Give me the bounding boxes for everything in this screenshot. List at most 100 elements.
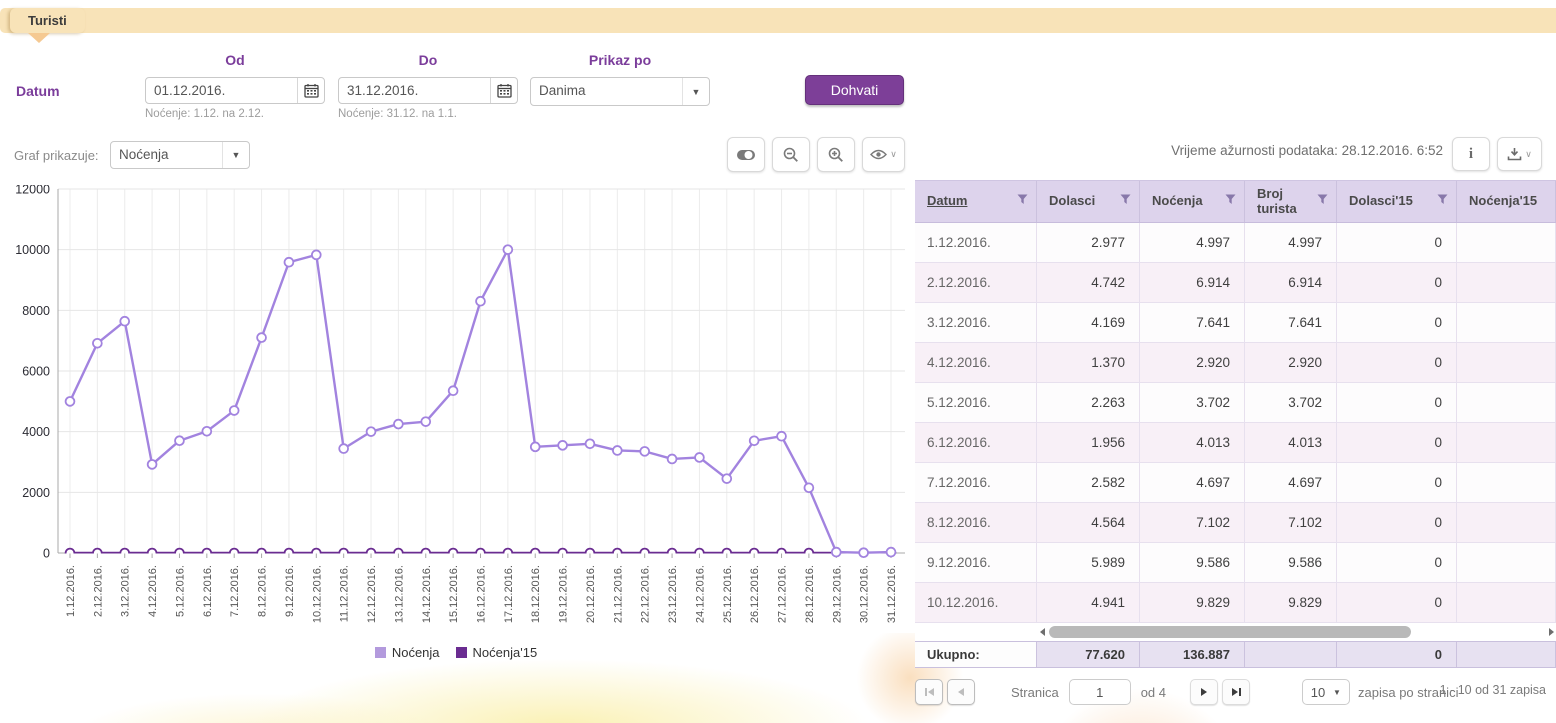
chart-legend: Noćenja Noćenja'15	[0, 645, 912, 660]
table-row[interactable]: 9.12.2016.5.9899.5869.5860	[915, 543, 1556, 583]
zoom-out-button[interactable]	[772, 137, 810, 172]
horizontal-scrollbar	[915, 623, 1556, 641]
cell-value: 7.641	[1140, 303, 1245, 342]
table-row[interactable]: 7.12.2016.2.5824.6974.6970	[915, 463, 1556, 503]
column-header-6[interactable]: Noćenja'15	[1457, 181, 1556, 222]
previous-page-button[interactable]	[947, 679, 975, 705]
info-button[interactable]: i	[1452, 137, 1490, 171]
next-page-button[interactable]	[1190, 679, 1218, 705]
date-from-field	[145, 77, 325, 104]
cell-value: 0	[1337, 263, 1457, 302]
cell-date: 5.12.2016.	[915, 383, 1037, 422]
filter-funnel-icon	[1120, 194, 1131, 205]
filter-funnel-icon[interactable]	[1437, 194, 1448, 209]
record-range-label: 1 - 10 od 31 zapisa	[1440, 683, 1546, 697]
dohvati-button[interactable]: Dohvati	[805, 75, 904, 105]
column-header-5[interactable]: Dolasci'15	[1337, 181, 1457, 222]
filter-funnel-icon[interactable]	[1120, 194, 1131, 209]
zoom-out-icon	[783, 147, 799, 163]
chevron-down-icon: ▼	[1333, 688, 1349, 697]
table-row[interactable]: 1.12.2016.2.9774.9974.9970	[915, 223, 1556, 263]
svg-text:27.12.2016.: 27.12.2016.	[777, 565, 789, 623]
cell-value	[1457, 503, 1556, 542]
cell-date: 1.12.2016.	[915, 223, 1037, 262]
cell-value: 9.586	[1245, 543, 1337, 582]
filter-funnel-icon[interactable]	[1017, 194, 1028, 209]
column-header-3[interactable]: Noćenja	[1140, 181, 1245, 222]
svg-text:24.12.2016.: 24.12.2016.	[694, 565, 706, 623]
date-to-input[interactable]	[339, 78, 490, 103]
cell-date: 8.12.2016.	[915, 503, 1037, 542]
legend-item[interactable]: Noćenja'15	[456, 645, 538, 660]
tab-turisti[interactable]: Turisti	[10, 8, 85, 33]
cell-value	[1457, 263, 1556, 302]
download-icon	[1507, 147, 1522, 161]
prikaz-po-select[interactable]: Danima ▼	[530, 77, 710, 106]
svg-text:12.12.2016.: 12.12.2016.	[366, 565, 378, 623]
cell-value: 9.829	[1140, 583, 1245, 622]
svg-text:19.12.2016.: 19.12.2016.	[558, 565, 570, 623]
svg-text:13.12.2016.: 13.12.2016.	[393, 565, 405, 623]
cell-value: 1.370	[1037, 343, 1140, 382]
cell-value: 4.941	[1037, 583, 1140, 622]
footer-total: 0	[1337, 642, 1457, 667]
cell-value: 6.914	[1140, 263, 1245, 302]
svg-text:15.12.2016.: 15.12.2016.	[448, 565, 460, 623]
table-row[interactable]: 2.12.2016.4.7426.9146.9140	[915, 263, 1556, 303]
line-chart[interactable]: 0200040006000800010000120001.12.2016.2.1…	[0, 185, 912, 640]
first-page-button[interactable]	[915, 679, 943, 705]
cell-value: 6.914	[1245, 263, 1337, 302]
zoom-in-button[interactable]	[817, 137, 855, 172]
filter-funnel-icon[interactable]	[1317, 194, 1328, 209]
date-from-input[interactable]	[146, 78, 297, 103]
cell-value	[1457, 223, 1556, 262]
series-toggle-button[interactable]	[727, 137, 765, 172]
svg-text:2.12.2016.: 2.12.2016.	[92, 565, 104, 617]
footer-total	[1457, 642, 1556, 667]
cell-value: 4.169	[1037, 303, 1140, 342]
scrollbar-track[interactable]	[1037, 623, 1556, 641]
svg-text:8.12.2016.: 8.12.2016.	[257, 565, 269, 617]
graf-prikazuje-label: Graf prikazuje:	[14, 148, 99, 163]
table-row[interactable]: 4.12.2016.1.3702.9202.9200	[915, 343, 1556, 383]
table-row[interactable]: 3.12.2016.4.1697.6417.6410	[915, 303, 1556, 343]
cell-value: 0	[1337, 223, 1457, 262]
scroll-left-icon[interactable]	[1037, 628, 1047, 636]
table-header-row: DatumDolasciNoćenjaBroj turistaDolasci'1…	[915, 180, 1556, 223]
turisti-dashboard: Turisti Od Do Prikaz po Datum Danima ▼ N…	[0, 0, 1556, 723]
cell-value: 0	[1337, 423, 1457, 462]
column-header-4[interactable]: Broj turista	[1245, 181, 1337, 222]
cell-value: 4.564	[1037, 503, 1140, 542]
last-page-button[interactable]	[1222, 679, 1250, 705]
table-row[interactable]: 10.12.2016.4.9419.8299.8290	[915, 583, 1556, 623]
visibility-menu-button[interactable]: ∨	[862, 137, 905, 172]
table-row[interactable]: 6.12.2016.1.9564.0134.0130	[915, 423, 1556, 463]
svg-text:9.12.2016.: 9.12.2016.	[284, 565, 296, 617]
calendar-icon[interactable]	[490, 78, 517, 103]
filter-funnel-icon[interactable]	[1225, 194, 1236, 209]
cell-value: 2.977	[1037, 223, 1140, 262]
eye-icon	[870, 149, 887, 160]
page-number-input[interactable]	[1069, 679, 1131, 705]
od-hint: Noćenje: 1.12. na 2.12.	[145, 108, 264, 120]
calendar-icon[interactable]	[297, 78, 324, 103]
legend-label: Noćenja	[392, 645, 440, 660]
chevron-down-icon: ∨	[890, 149, 897, 160]
column-header-1[interactable]: Datum	[915, 181, 1037, 222]
table-row[interactable]: 8.12.2016.4.5647.1027.1020	[915, 503, 1556, 543]
download-menu-button[interactable]: ∨	[1497, 137, 1542, 171]
cell-value	[1457, 303, 1556, 342]
legend-item[interactable]: Noćenja	[375, 645, 440, 660]
cell-value: 7.641	[1245, 303, 1337, 342]
scrollbar-thumb[interactable]	[1049, 626, 1411, 638]
stranica-label: Stranica	[1011, 685, 1059, 700]
table-row[interactable]: 5.12.2016.2.2633.7023.7020	[915, 383, 1556, 423]
scroll-right-icon[interactable]	[1546, 628, 1556, 636]
column-header-2[interactable]: Dolasci	[1037, 181, 1140, 222]
graf-prikazuje-select[interactable]: Noćenja ▼	[110, 141, 250, 169]
page-size-select[interactable]: 10 ▼	[1302, 679, 1350, 705]
svg-text:8000: 8000	[22, 304, 50, 318]
svg-text:10.12.2016.: 10.12.2016.	[311, 565, 323, 623]
cell-value: 2.920	[1245, 343, 1337, 382]
cell-value: 0	[1337, 503, 1457, 542]
